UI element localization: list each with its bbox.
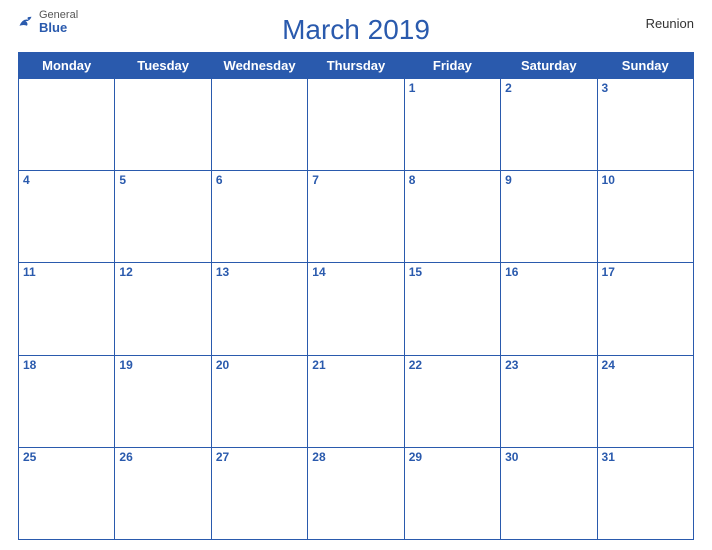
header-tuesday: Tuesday xyxy=(115,53,211,79)
calendar-cell: 27 xyxy=(211,447,307,539)
calendar-cell: 30 xyxy=(501,447,597,539)
calendar-week-row: 456789 10 xyxy=(19,171,694,263)
calendar-week-row: 11 12 13 14 15 16 17 xyxy=(19,263,694,355)
day-number: 2 xyxy=(505,81,592,95)
calendar-cell: 1 xyxy=(404,79,500,171)
calendar-cell: 10 xyxy=(597,171,693,263)
day-number: 13 xyxy=(216,265,303,279)
calendar-cell: 7 xyxy=(308,171,404,263)
header-wednesday: Wednesday xyxy=(211,53,307,79)
calendar-week-row: 123 xyxy=(19,79,694,171)
day-number: 16 xyxy=(505,265,592,279)
calendar-cell: 21 xyxy=(308,355,404,447)
calendar-week-row: 25 26 27 28 29 30 31 xyxy=(19,447,694,539)
day-number: 30 xyxy=(505,450,592,464)
calendar-cell: 24 xyxy=(597,355,693,447)
day-number: 6 xyxy=(216,173,303,187)
day-number: 20 xyxy=(216,358,303,372)
calendar-cell: 3 xyxy=(597,79,693,171)
day-number: 19 xyxy=(119,358,206,372)
logo-blue-text: Blue xyxy=(39,21,78,34)
day-number: 28 xyxy=(312,450,399,464)
day-number: 12 xyxy=(119,265,206,279)
calendar-cell: 9 xyxy=(501,171,597,263)
calendar-week-row: 18 19 20 21 22 23 24 xyxy=(19,355,694,447)
header-friday: Friday xyxy=(404,53,500,79)
day-number: 10 xyxy=(602,173,689,187)
day-number: 21 xyxy=(312,358,399,372)
calendar-cell: 29 xyxy=(404,447,500,539)
weekday-header-row: Monday Tuesday Wednesday Thursday Friday… xyxy=(19,53,694,79)
day-number: 31 xyxy=(602,450,689,464)
calendar-cell: 8 xyxy=(404,171,500,263)
calendar-cell: 26 xyxy=(115,447,211,539)
day-number: 1 xyxy=(409,81,496,95)
calendar-cell: 6 xyxy=(211,171,307,263)
calendar-cell xyxy=(19,79,115,171)
day-number: 8 xyxy=(409,173,496,187)
calendar-cell: 23 xyxy=(501,355,597,447)
calendar-cell: 19 xyxy=(115,355,211,447)
day-number: 5 xyxy=(119,173,206,187)
calendar-page: General Blue March 2019 Reunion Monday T… xyxy=(0,0,712,550)
day-number: 26 xyxy=(119,450,206,464)
calendar-cell xyxy=(115,79,211,171)
calendar-cell: 14 xyxy=(308,263,404,355)
day-number: 3 xyxy=(602,81,689,95)
calendar-cell: 5 xyxy=(115,171,211,263)
calendar-cell: 22 xyxy=(404,355,500,447)
day-number: 25 xyxy=(23,450,110,464)
header-sunday: Sunday xyxy=(597,53,693,79)
calendar-cell: 11 xyxy=(19,263,115,355)
calendar-cell xyxy=(308,79,404,171)
day-number: 14 xyxy=(312,265,399,279)
header-thursday: Thursday xyxy=(308,53,404,79)
logo: General Blue xyxy=(18,10,78,34)
calendar-cell: 4 xyxy=(19,171,115,263)
calendar-cell xyxy=(211,79,307,171)
day-number: 18 xyxy=(23,358,110,372)
calendar-cell: 17 xyxy=(597,263,693,355)
calendar-cell: 20 xyxy=(211,355,307,447)
day-number: 9 xyxy=(505,173,592,187)
calendar-cell: 28 xyxy=(308,447,404,539)
region-label: Reunion xyxy=(646,16,694,31)
calendar-cell: 2 xyxy=(501,79,597,171)
header-saturday: Saturday xyxy=(501,53,597,79)
day-number: 22 xyxy=(409,358,496,372)
logo-bird-icon xyxy=(18,15,36,29)
day-number: 11 xyxy=(23,265,110,279)
calendar-cell: 18 xyxy=(19,355,115,447)
day-number: 4 xyxy=(23,173,110,187)
calendar-table: Monday Tuesday Wednesday Thursday Friday… xyxy=(18,52,694,540)
calendar-cell: 31 xyxy=(597,447,693,539)
calendar-cell: 25 xyxy=(19,447,115,539)
day-number: 27 xyxy=(216,450,303,464)
calendar-cell: 15 xyxy=(404,263,500,355)
day-number: 7 xyxy=(312,173,399,187)
day-number: 17 xyxy=(602,265,689,279)
calendar-cell: 12 xyxy=(115,263,211,355)
calendar-body: 1234567891011121314151617181920212223242… xyxy=(19,79,694,540)
day-number: 29 xyxy=(409,450,496,464)
day-number: 23 xyxy=(505,358,592,372)
calendar-cell: 13 xyxy=(211,263,307,355)
calendar-header: General Blue March 2019 Reunion xyxy=(18,10,694,46)
header-monday: Monday xyxy=(19,53,115,79)
calendar-cell: 16 xyxy=(501,263,597,355)
day-number: 24 xyxy=(602,358,689,372)
day-number: 15 xyxy=(409,265,496,279)
calendar-title: March 2019 xyxy=(282,14,430,46)
